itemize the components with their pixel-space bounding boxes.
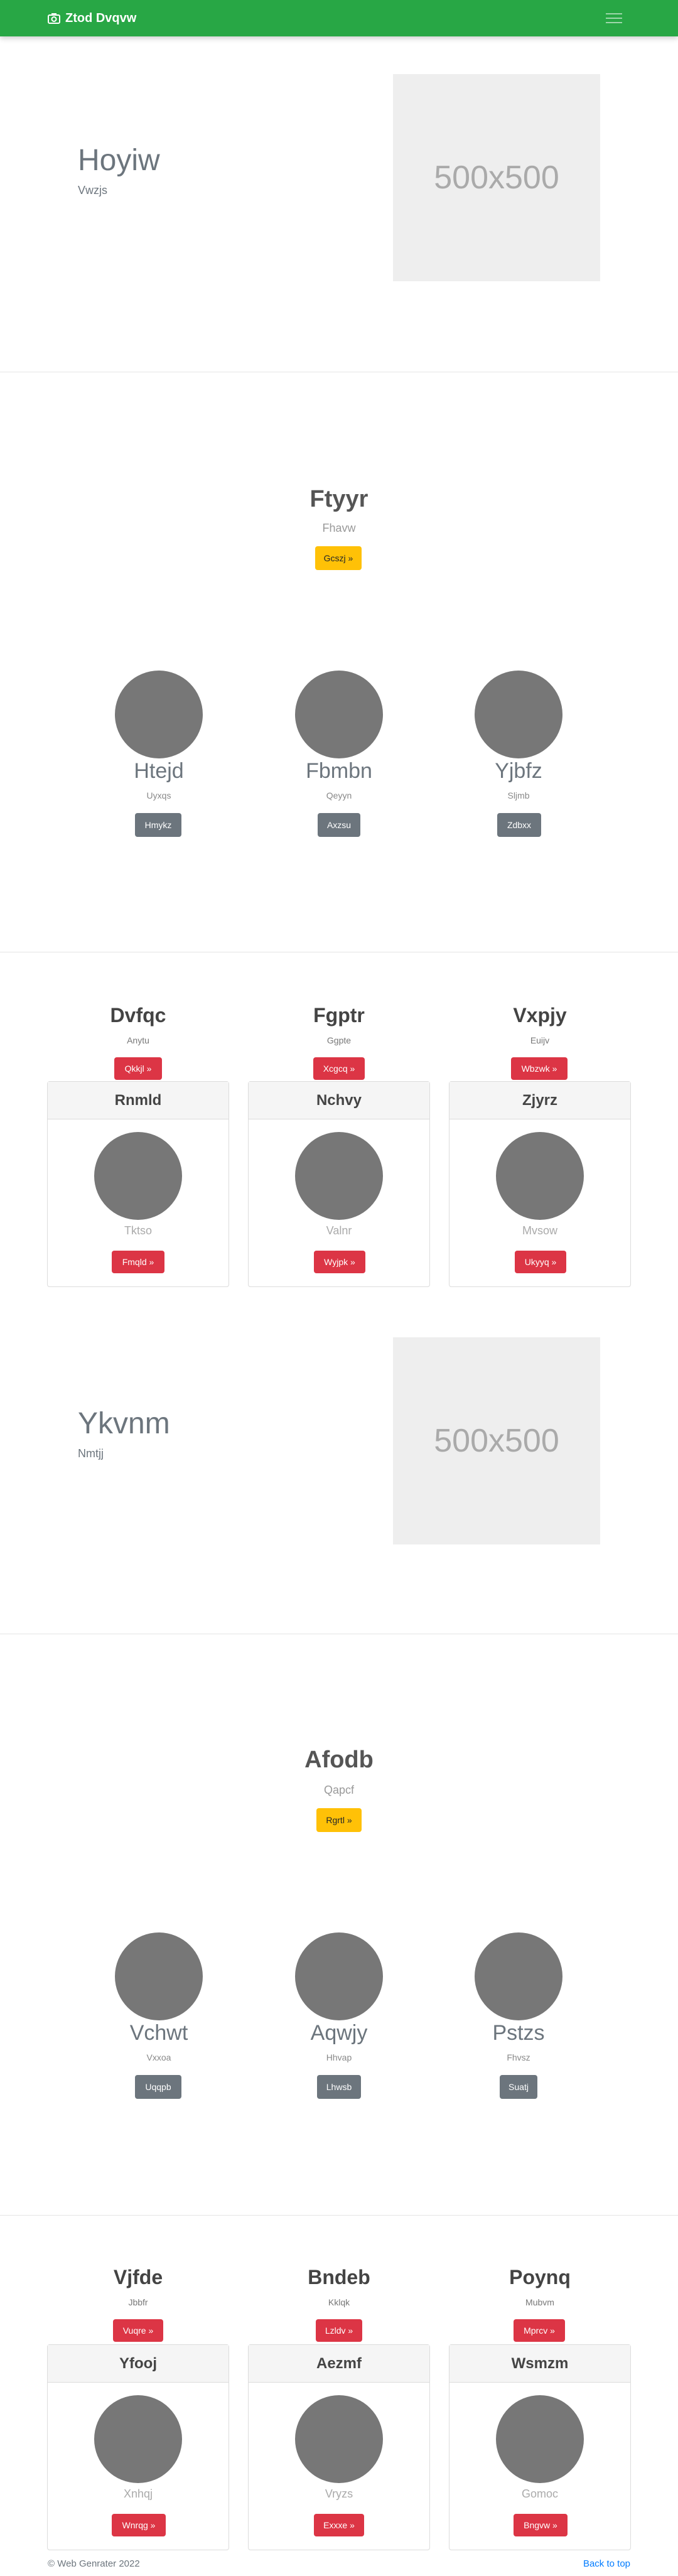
card-avatar [496, 1132, 584, 1220]
navbar: Ztod Dvqvw [0, 0, 678, 36]
card-avatar [295, 2395, 383, 2483]
hero-subtitle: Nmtjj [78, 1447, 104, 1460]
brand-link[interactable]: Ztod Dvqvw [48, 11, 136, 26]
card-header: Nchvy [249, 1082, 429, 1119]
card-header: Aezmf [249, 2345, 429, 2383]
card-text: Tktso [124, 1224, 152, 1237]
team-avatar [115, 671, 203, 758]
team-button[interactable]: Zdbxx [497, 813, 541, 837]
column-subtitle: Mubvm [525, 2297, 554, 2307]
section-title: Ftyyr [309, 486, 369, 512]
team-name: Fbmbn [306, 759, 372, 783]
card: Wsmzm Gomoc Bngvw » [449, 2344, 631, 2550]
column-subtitle: Euijv [530, 1035, 550, 1045]
card: Yfooj Xnhqj Wnrqg » [47, 2344, 229, 2550]
card-text: Mvsow [522, 1224, 557, 1237]
card-text: Valnr [326, 1224, 352, 1237]
column-subtitle: Kklqk [328, 2297, 350, 2307]
card: Nchvy Valnr Wyjpk » [248, 1081, 430, 1287]
card-avatar [94, 2395, 182, 2483]
section-subtitle: Fhavw [322, 522, 356, 534]
card-text: Gomoc [521, 2487, 559, 2500]
brand-name: Ztod Dvqvw [65, 11, 137, 25]
card-text: Vryzs [325, 2487, 353, 2500]
back-to-top-link[interactable]: Back to top [583, 2558, 630, 2569]
team-button[interactable]: Uqqpb [135, 2075, 181, 2099]
hero-image-placeholder: 500x500 [393, 1337, 600, 1544]
team-role: Qeyyn [326, 790, 352, 800]
hero-title: Hoyiw [78, 144, 160, 177]
hero-title: Ykvnm [78, 1407, 170, 1440]
team-role: Hhvap [326, 2052, 352, 2062]
column-button[interactable]: Wbzwk » [511, 1057, 568, 1080]
team-role: Sljmb [507, 790, 530, 800]
column-title: Bndeb [308, 2266, 370, 2288]
team-avatar [295, 1932, 383, 2020]
card-avatar [496, 2395, 584, 2483]
column-button[interactable]: Lzldv » [316, 2319, 362, 2342]
team-button[interactable]: Lhwsb [317, 2075, 361, 2099]
column-title: Vxpjy [513, 1004, 567, 1027]
hero-image-placeholder: 500x500 [393, 74, 600, 281]
team-role: Uyxqs [146, 790, 171, 800]
team-avatar [115, 1932, 203, 2020]
card-header: Zjyrz [449, 1082, 630, 1119]
column-title: Vjfde [113, 2266, 163, 2288]
card-avatar [94, 1132, 182, 1220]
card-button[interactable]: Fmqld » [112, 1251, 164, 1273]
column-button[interactable]: Qkkjl » [114, 1057, 162, 1080]
team-button[interactable]: Suatj [500, 2075, 537, 2099]
card-button[interactable]: Wyjpk » [314, 1251, 365, 1273]
card-button[interactable]: Exxxe » [314, 2514, 364, 2536]
team-name: Htejd [134, 759, 184, 783]
camera-icon [48, 13, 60, 24]
team-avatar [475, 1932, 562, 2020]
hamburger-icon [606, 13, 622, 14]
column-button[interactable]: Mprcv » [514, 2319, 565, 2342]
column-button[interactable]: Xcgcq » [313, 1057, 365, 1080]
team-button[interactable]: Axzsu [318, 813, 360, 837]
column-subtitle: Ggpte [326, 1035, 352, 1045]
card: Rnmld Tktso Fmqld » [47, 1081, 229, 1287]
team-name: Aqwjy [310, 2021, 368, 2045]
team-name: Yjbfz [495, 759, 542, 783]
column-subtitle: Anytu [127, 1035, 149, 1045]
section-cta-button[interactable]: Gcszj » [315, 546, 362, 570]
column-title: Poynq [509, 2266, 571, 2288]
card-button[interactable]: Wnrqg » [112, 2514, 166, 2536]
card: Aezmf Vryzs Exxxe » [248, 2344, 430, 2550]
card-button[interactable]: Bngvw » [514, 2514, 568, 2536]
footer-copyright: © Web Genrater 2022 [48, 2558, 140, 2569]
card-header: Rnmld [48, 1082, 229, 1119]
card-avatar [295, 1132, 383, 1220]
card-header: Wsmzm [449, 2345, 630, 2383]
team-name: Pstzs [492, 2021, 545, 2045]
column-title: Dvfqc [110, 1004, 166, 1027]
card-header: Yfooj [48, 2345, 229, 2383]
team-avatar [295, 671, 383, 758]
card: Zjyrz Mvsow Ukyyq » [449, 1081, 631, 1287]
team-role: Fhvsz [507, 2052, 530, 2062]
section-cta-button[interactable]: Rgrtl » [316, 1808, 362, 1832]
team-button[interactable]: Hmykz [135, 813, 181, 837]
column-subtitle: Jbbfr [128, 2297, 148, 2307]
team-name: Vchwt [129, 2021, 188, 2045]
section-subtitle: Qapcf [323, 1784, 355, 1796]
navbar-toggler[interactable] [601, 6, 627, 29]
card-button[interactable]: Ukyyq » [515, 1251, 566, 1273]
column-button[interactable]: Vuqre » [113, 2319, 163, 2342]
column-title: Fgptr [313, 1004, 365, 1027]
team-role: Vxxoa [146, 2052, 171, 2062]
hero-subtitle: Vwzjs [78, 184, 108, 197]
divider [0, 2215, 678, 2216]
section-title: Afodb [304, 1747, 374, 1773]
team-avatar [475, 671, 562, 758]
card-text: Xnhqj [123, 2487, 153, 2500]
